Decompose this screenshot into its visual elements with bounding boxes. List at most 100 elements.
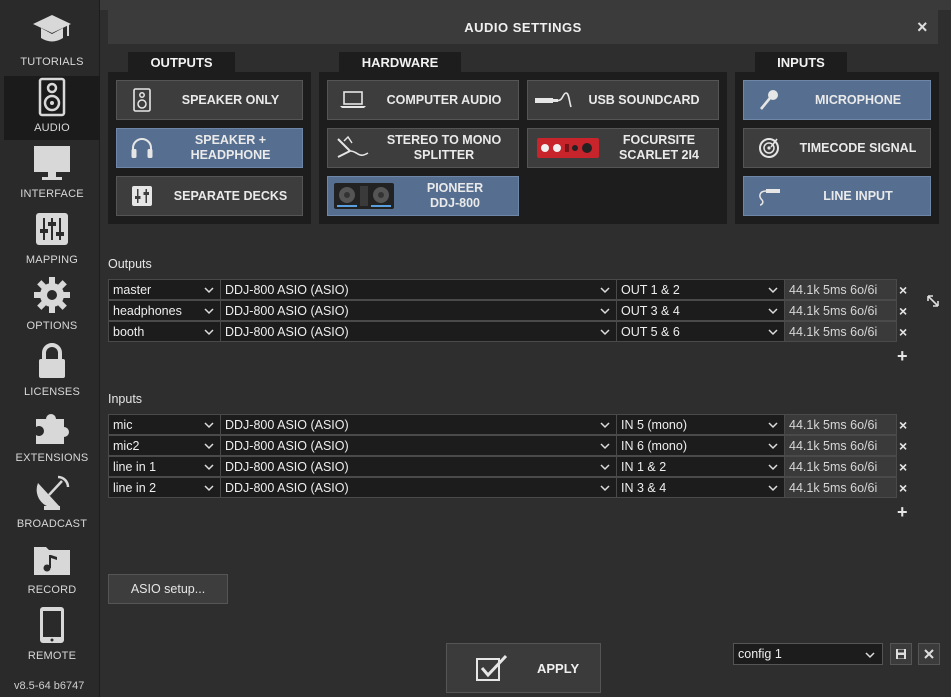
- chevron-down-icon: [600, 329, 610, 336]
- graduation-cap-icon: [31, 10, 73, 52]
- sliders-icon: [31, 208, 73, 250]
- input-device-select[interactable]: DDJ-800 ASIO (ASIO): [220, 435, 617, 456]
- remove-row-icon[interactable]: ×: [899, 303, 907, 319]
- output-channel-select[interactable]: OUT 1 & 2: [616, 279, 785, 300]
- separate-decks-button[interactable]: SEPARATE DECKS: [116, 176, 303, 216]
- sidebar-item-label: TUTORIALS: [20, 56, 84, 68]
- output-name-select[interactable]: headphones: [108, 300, 221, 321]
- top-strip: [100, 0, 951, 10]
- input-channel-select[interactable]: IN 6 (mono): [616, 435, 785, 456]
- chevron-down-icon: [204, 464, 214, 471]
- version-label: v8.5-64 b6747: [14, 680, 85, 692]
- save-config-button[interactable]: [890, 643, 912, 665]
- sidebar-item-remote[interactable]: REMOTE: [4, 604, 100, 668]
- speaker-icon: [117, 81, 167, 119]
- output-info: 44.1k 5ms 6o/6i: [784, 321, 897, 342]
- delete-config-button[interactable]: [918, 643, 940, 665]
- sidebar-item-record[interactable]: RECORD: [4, 538, 100, 602]
- microphone-button[interactable]: MICROPHONE: [743, 80, 931, 120]
- chevron-down-icon: [768, 287, 778, 294]
- sidebar-item-label: LICENSES: [23, 386, 80, 398]
- input-name-select[interactable]: mic: [108, 414, 221, 435]
- stereo-mono-splitter-button[interactable]: STEREO TO MONO SPLITTER: [327, 128, 519, 168]
- chevron-down-icon: [600, 308, 610, 315]
- dialog-title-bar: AUDIO SETTINGS ×: [108, 10, 938, 44]
- input-info: 44.1k 5ms 6o/6i: [784, 435, 897, 456]
- add-output-icon[interactable]: +: [897, 346, 908, 367]
- output-name-select[interactable]: booth: [108, 321, 221, 342]
- sidebar-item-mapping[interactable]: MAPPING: [4, 208, 100, 272]
- splitter-cable-icon: [328, 129, 378, 167]
- focusrite-scarlett-button[interactable]: FOCURSITE SCARLET 2I4: [527, 128, 719, 168]
- input-name-select[interactable]: mic2: [108, 435, 221, 456]
- config-select[interactable]: config 1: [733, 643, 883, 665]
- input-device-select[interactable]: DDJ-800 ASIO (ASIO): [220, 477, 617, 498]
- close-icon[interactable]: ×: [917, 17, 928, 38]
- chevron-down-icon: [768, 464, 778, 471]
- chevron-down-icon: [204, 485, 214, 492]
- input-device-select[interactable]: DDJ-800 ASIO (ASIO): [220, 414, 617, 435]
- sidebar-item-licenses[interactable]: LICENSES: [4, 340, 100, 404]
- sidebar-item-audio[interactable]: AUDIO: [4, 76, 100, 140]
- sidebar-item-options[interactable]: OPTIONS: [4, 274, 100, 338]
- dialog-title: AUDIO SETTINGS: [464, 19, 582, 35]
- sidebar-item-broadcast[interactable]: BROADCAST: [4, 472, 100, 536]
- chevron-down-icon: [600, 287, 610, 294]
- chevron-down-icon: [600, 464, 610, 471]
- pioneer-ddj-800-button[interactable]: PIONEER DDJ-800: [327, 176, 519, 216]
- table-row: line in 2 DDJ-800 ASIO (ASIO) IN 3 & 4 4…: [108, 477, 897, 498]
- timecode-signal-button[interactable]: TIMECODE SIGNAL: [743, 128, 931, 168]
- remove-row-icon[interactable]: ×: [899, 282, 907, 298]
- line-input-label: LINE INPUT: [823, 188, 893, 203]
- input-info: 44.1k 5ms 6o/6i: [784, 456, 897, 477]
- input-device-select[interactable]: DDJ-800 ASIO (ASIO): [220, 456, 617, 477]
- sidebar-item-tutorials[interactable]: TUTORIALS: [4, 10, 100, 74]
- remove-row-icon[interactable]: ×: [899, 480, 907, 496]
- usb-soundcard-label: USB SOUNDCARD: [588, 92, 700, 107]
- table-row: mic2 DDJ-800 ASIO (ASIO) IN 6 (mono) 44.…: [108, 435, 897, 456]
- music-folder-icon: [31, 538, 73, 580]
- input-channel-select[interactable]: IN 1 & 2: [616, 456, 785, 477]
- speaker-headphone-button[interactable]: SPEAKER + HEADPHONE: [116, 128, 303, 168]
- line-input-button[interactable]: LINE INPUT: [743, 176, 931, 216]
- asio-setup-button[interactable]: ASIO setup...: [108, 574, 228, 604]
- checkbox-check-icon: [447, 654, 537, 682]
- input-channel-select[interactable]: IN 5 (mono): [616, 414, 785, 435]
- remove-row-icon[interactable]: ×: [899, 417, 907, 433]
- input-name-select[interactable]: line in 1: [108, 456, 221, 477]
- apply-button[interactable]: APPLY: [446, 643, 601, 693]
- table-row: line in 1 DDJ-800 ASIO (ASIO) IN 1 & 2 4…: [108, 456, 897, 477]
- table-row: headphones DDJ-800 ASIO (ASIO) OUT 3 & 4…: [108, 300, 897, 321]
- chevron-down-icon: [768, 308, 778, 315]
- outputs-section-label: Outputs: [108, 257, 152, 271]
- input-info: 44.1k 5ms 6o/6i: [784, 414, 897, 435]
- chevron-down-icon: [600, 422, 610, 429]
- usb-soundcard-button[interactable]: USB SOUNDCARD: [527, 80, 719, 120]
- output-device-select[interactable]: DDJ-800 ASIO (ASIO): [220, 321, 617, 342]
- add-input-icon[interactable]: +: [897, 502, 908, 523]
- input-channel-select[interactable]: IN 3 & 4: [616, 477, 785, 498]
- sidebar-item-interface[interactable]: INTERFACE: [4, 142, 100, 206]
- chevron-down-icon: [204, 287, 214, 294]
- usb-cable-icon: [528, 81, 578, 119]
- gear-icon: [31, 274, 73, 316]
- output-device-select[interactable]: DDJ-800 ASIO (ASIO): [220, 279, 617, 300]
- chevron-down-icon: [600, 485, 610, 492]
- speaker-only-button[interactable]: SPEAKER ONLY: [116, 80, 303, 120]
- lock-icon: [31, 340, 73, 382]
- computer-audio-label: COMPUTER AUDIO: [386, 92, 502, 107]
- computer-audio-button[interactable]: COMPUTER AUDIO: [327, 80, 519, 120]
- timecode-signal-label: TIMECODE SIGNAL: [799, 140, 917, 155]
- output-channel-select[interactable]: OUT 3 & 4: [616, 300, 785, 321]
- remove-row-icon[interactable]: ×: [899, 459, 907, 475]
- output-channel-select[interactable]: OUT 5 & 6: [616, 321, 785, 342]
- sidebar-item-extensions[interactable]: EXTENSIONS: [4, 406, 100, 470]
- output-device-select[interactable]: DDJ-800 ASIO (ASIO): [220, 300, 617, 321]
- sidebar-item-label: MAPPING: [25, 254, 79, 266]
- remove-row-icon[interactable]: ×: [899, 324, 907, 340]
- remove-row-icon[interactable]: ×: [899, 438, 907, 454]
- input-name-select[interactable]: line in 2: [108, 477, 221, 498]
- resize-arrows-icon[interactable]: [926, 294, 940, 308]
- chevron-down-icon: [768, 443, 778, 450]
- output-name-select[interactable]: master: [108, 279, 221, 300]
